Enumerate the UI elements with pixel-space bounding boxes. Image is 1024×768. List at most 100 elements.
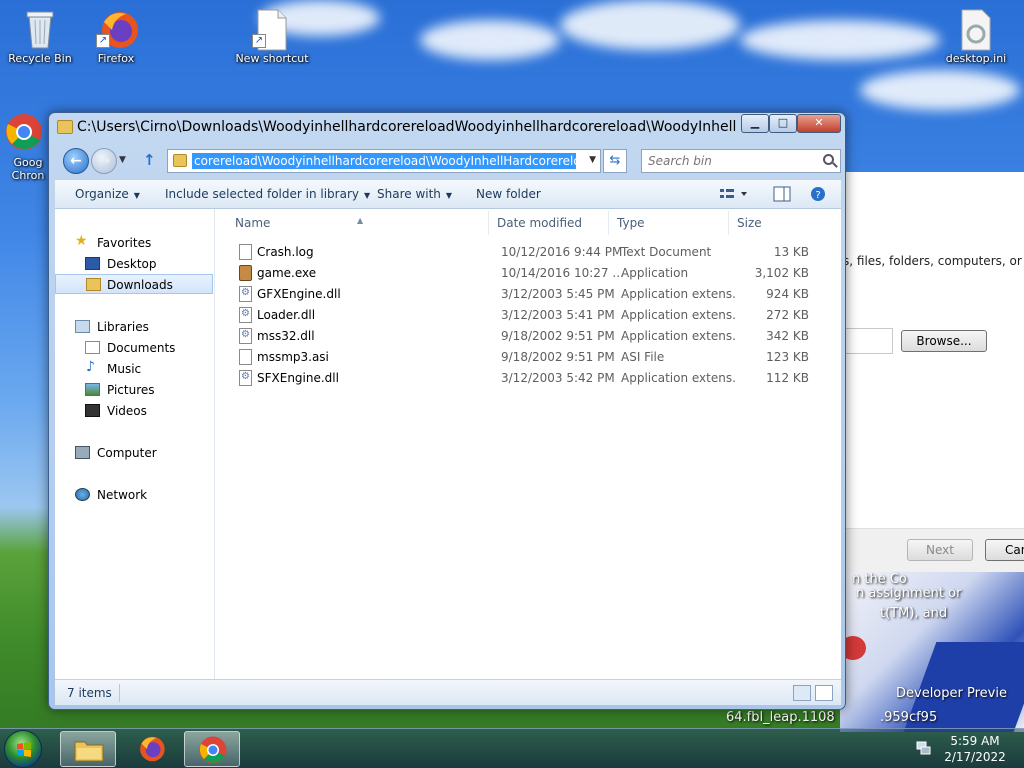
search-input[interactable] [648,153,818,169]
back-button[interactable]: ← [63,148,89,174]
file-type: Text Document [621,245,712,259]
nav-videos-label: Videos [107,404,147,418]
explorer-content: ★ Favorites Desktop Downloads Libraries … [55,209,841,679]
forward-button[interactable]: → [91,148,117,174]
desktop-icon-new-shortcut[interactable]: ↗ New shortcut [232,8,312,65]
folder-icon [74,741,104,762]
file-name: game.exe [257,266,317,280]
file-row[interactable]: mss32.dll 9/18/2002 9:51 PM Application … [217,326,837,347]
status-bar: 7 items [55,679,841,705]
explorer-window[interactable]: C:\Users\Cirno\Downloads\Woodyinhellhard… [48,112,846,710]
cancel-button[interactable]: Canc [985,539,1024,561]
up-arrow-icon[interactable]: ↑ [143,151,156,169]
search-box[interactable] [641,149,841,173]
nav-downloads-label: Downloads [107,278,173,292]
nav-videos[interactable]: Videos [55,401,213,421]
file-row[interactable]: GFXEngine.dll 3/12/2003 5:45 PM Applicat… [217,284,837,305]
navigation-pane: ★ Favorites Desktop Downloads Libraries … [55,209,215,679]
nav-libraries[interactable]: Libraries [55,317,213,337]
file-row[interactable]: Crash.log 10/12/2016 9:44 PM Text Docume… [217,242,837,263]
nav-network[interactable]: Network [55,485,213,505]
column-size-label: Size [737,216,762,230]
art-text-4: Developer Previe [896,686,1007,701]
search-icon[interactable] [823,154,834,165]
file-date: 9/18/2002 9:51 PM [501,350,615,364]
file-row[interactable]: SFXEngine.dll 3/12/2003 5:42 PM Applicat… [217,368,837,389]
desktop-icon [85,257,100,270]
address-row: ← → ▼ ↑ corereload\Woodyinhellhardcorere… [55,147,841,175]
file-row[interactable]: mssmp3.asi 9/18/2002 9:51 PM ASI File 12… [217,347,837,368]
file-name: mssmp3.asi [257,350,329,364]
recycle-bin-icon [20,8,60,49]
address-input[interactable]: corereload\Woodyinhellhardcorereload\Woo… [192,153,576,169]
address-chevron-down-icon[interactable]: ▼ [589,155,596,165]
nav-downloads[interactable]: Downloads [55,274,213,294]
item-count: 7 items [67,686,112,700]
column-type-label: Type [617,216,645,230]
close-button[interactable]: ✕ [797,114,841,133]
address-bar[interactable]: corereload\Woodyinhellhardcorereload\Woo… [167,149,601,173]
file-date: 3/12/2003 5:41 PM [501,308,615,322]
preview-pane-icon[interactable] [773,185,791,203]
chrome-icon [199,736,227,764]
folder-icon [173,154,187,167]
file-row[interactable]: game.exe 10/14/2016 10:27 ... Applicatio… [217,263,837,284]
art-text-overflow: 64.fbl_leap.1108 [720,710,840,728]
file-name: mss32.dll [257,329,315,343]
art-text-5b: 64.fbl_leap.1108 [726,710,835,725]
details-view-icon[interactable] [793,685,811,701]
chevron-down-icon: ▼ [363,191,371,200]
taskbar-explorer-button[interactable] [60,731,116,767]
taskbar-clock[interactable]: 5:59 AM 2/17/2022 [940,733,1010,765]
nav-pictures[interactable]: Pictures [55,380,213,400]
column-header-size[interactable]: Size [729,211,809,235]
file-size: 112 KB [766,371,809,385]
nav-network-label: Network [97,488,148,502]
column-header-date[interactable]: Date modified [489,211,609,235]
dll-icon [239,307,252,323]
nav-music[interactable]: ♪ Music [55,359,213,379]
desktop-icon-desktop-ini[interactable]: desktop.ini [936,8,1016,65]
share-with-button[interactable]: Share with ▼ [377,187,452,201]
network-tray-icon[interactable] [916,741,932,755]
column-header-type[interactable]: Type [609,211,729,235]
view-options-icon[interactable] [719,185,747,203]
file-list: Name ▲ Date modified Type Size Crash.log… [217,209,841,679]
include-in-library-button[interactable]: Include selected folder in library ▼ [165,187,370,201]
title-bar[interactable]: C:\Users\Cirno\Downloads\Woodyinhellhard… [49,113,845,143]
large-icons-view-icon[interactable] [815,685,833,701]
include-library-label: Include selected folder in library [165,187,359,201]
desktop-icon-firefox[interactable]: ↗ Firefox [76,8,156,65]
nav-desktop[interactable]: Desktop [55,254,213,274]
nav-documents[interactable]: Documents [55,338,213,358]
documents-icon [85,341,100,354]
file-name: Loader.dll [257,308,316,322]
file-size: 924 KB [766,287,809,301]
help-icon[interactable]: ? [809,185,827,203]
file-row[interactable]: Loader.dll 3/12/2003 5:41 PM Application… [217,305,837,326]
recent-pages-chevron-down-icon[interactable]: ▼ [119,155,126,165]
nav-computer-label: Computer [97,446,157,460]
new-folder-button[interactable]: New folder [476,187,541,201]
browse-button[interactable]: Browse... [901,330,987,352]
column-header-name[interactable]: Name ▲ [227,211,489,235]
nav-computer[interactable]: Computer [55,443,213,463]
nav-favorites[interactable]: ★ Favorites [55,233,213,253]
desktop-icon-recycle-bin[interactable]: Recycle Bin [0,8,80,65]
desktop-icon-chrome[interactable]: Goog Chron [0,112,54,182]
taskbar-firefox-button[interactable] [124,731,180,767]
application-icon [239,265,252,281]
svg-text:?: ? [815,190,820,201]
document-icon [239,244,252,260]
chevron-down-icon: ▼ [133,191,140,200]
organize-button[interactable]: Organize ▼ [75,187,140,201]
next-button[interactable]: Next [907,539,973,561]
dll-icon [239,328,252,344]
nav-pictures-label: Pictures [107,383,155,397]
taskbar-chrome-button[interactable] [184,731,240,767]
file-size: 3,102 KB [754,266,809,280]
maximize-button[interactable]: □ [769,114,797,133]
refresh-button[interactable]: ⇆ [603,149,627,173]
start-button[interactable] [4,730,42,768]
minimize-button[interactable]: ▁ [741,114,769,133]
